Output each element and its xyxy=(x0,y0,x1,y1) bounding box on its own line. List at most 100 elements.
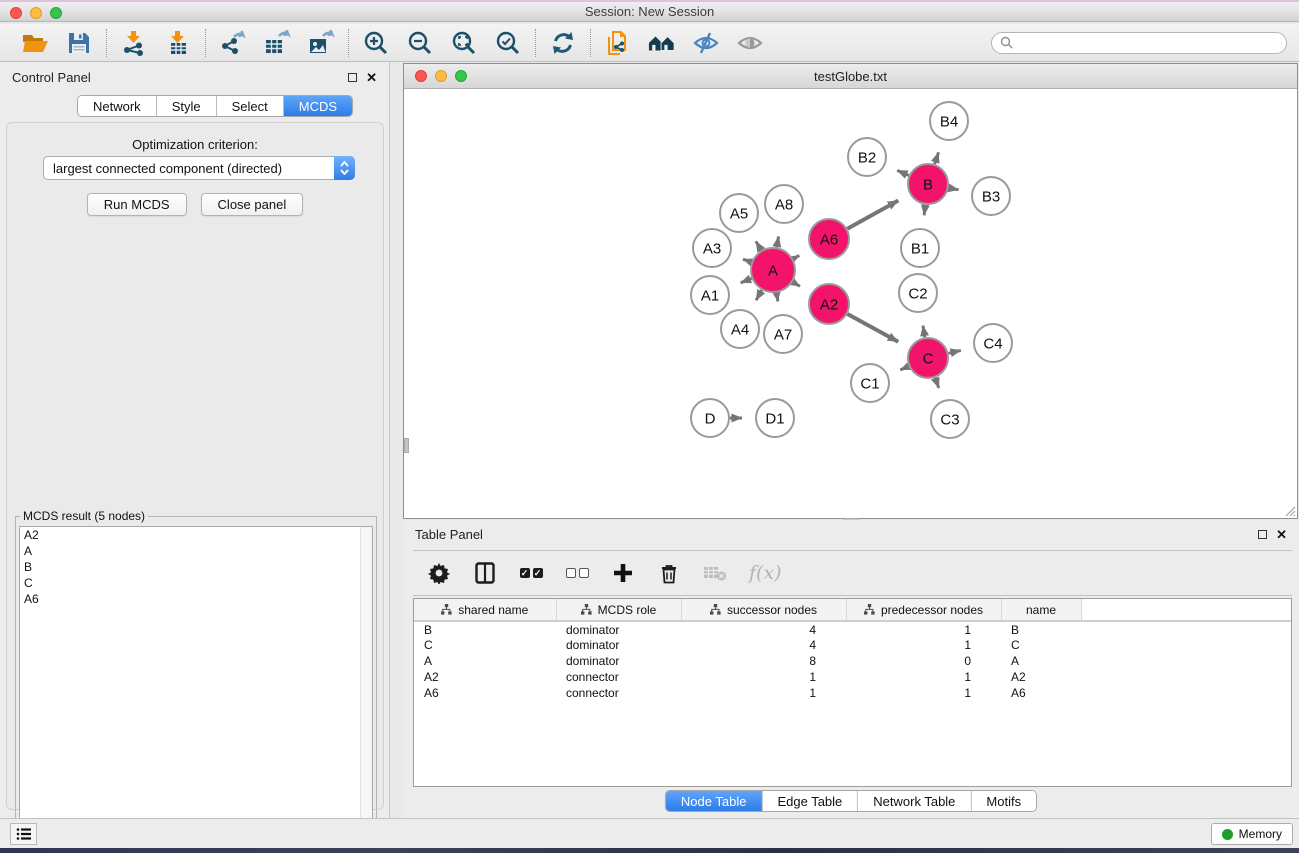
task-history-button[interactable] xyxy=(10,823,37,845)
open-session-icon[interactable] xyxy=(21,29,49,57)
table-row[interactable]: Adominator80A xyxy=(414,653,1291,669)
close-window-button[interactable] xyxy=(10,7,22,19)
optimization-criterion-dropdown[interactable]: largest connected component (directed) xyxy=(43,156,355,180)
resize-grip-icon[interactable] xyxy=(1282,503,1296,517)
deselect-all-icon[interactable] xyxy=(565,561,589,585)
run-mcds-button[interactable]: Run MCDS xyxy=(87,193,187,216)
network-minimize-button[interactable] xyxy=(435,70,447,82)
export-network-icon[interactable] xyxy=(219,29,247,57)
hide-graphics-icon[interactable] xyxy=(692,29,720,57)
main-toolbar xyxy=(0,24,1299,62)
select-all-icon[interactable]: ✓✓ xyxy=(519,561,543,585)
optimization-criterion-label: Optimization criterion: xyxy=(7,137,383,152)
column-header-shared-name[interactable]: shared name xyxy=(414,599,556,621)
network-overview-icon[interactable] xyxy=(648,29,676,57)
network-vscroll-thumb[interactable] xyxy=(404,438,409,453)
close-panel-icon[interactable]: ✕ xyxy=(366,71,377,84)
mcds-result-item[interactable]: B xyxy=(20,559,372,575)
tab-motifs[interactable]: Motifs xyxy=(971,791,1036,811)
graph-node-B2[interactable]: B2 xyxy=(848,138,886,176)
float-panel-icon[interactable] xyxy=(348,73,357,82)
node-table: shared nameMCDS rolesuccessor nodesprede… xyxy=(413,598,1292,787)
tab-select[interactable]: Select xyxy=(217,96,284,116)
svg-text:B3: B3 xyxy=(982,188,1000,205)
float-table-panel-icon[interactable] xyxy=(1258,530,1267,539)
clone-network-icon[interactable] xyxy=(604,29,632,57)
network-window-titlebar[interactable]: testGlobe.txt xyxy=(404,64,1297,89)
add-column-icon[interactable] xyxy=(611,561,635,585)
network-zoom-button[interactable] xyxy=(455,70,467,82)
close-panel-button[interactable]: Close panel xyxy=(201,193,304,216)
table-row[interactable]: A2connector11A2 xyxy=(414,669,1291,685)
result-scrollbar[interactable] xyxy=(360,527,372,853)
network-canvas[interactable]: A A6 A2 B C A5A8 A3 A1A4A7 B2 B4 B3 B1 C2 C4 C1 C3 D D1 xyxy=(404,90,1297,518)
graph-node-A1[interactable]: A1 xyxy=(691,276,729,314)
mcds-result-item[interactable]: A6 xyxy=(20,591,372,607)
search-input[interactable] xyxy=(1018,36,1278,50)
minimize-window-button[interactable] xyxy=(30,7,42,19)
memory-status-icon xyxy=(1222,829,1233,840)
graph-node-C1[interactable]: C1 xyxy=(851,364,889,402)
table-row[interactable]: Bdominator41B xyxy=(414,621,1291,637)
tab-mcds[interactable]: MCDS xyxy=(284,96,352,116)
memory-button[interactable]: Memory xyxy=(1211,823,1293,845)
save-session-icon[interactable] xyxy=(65,29,93,57)
zoom-in-icon[interactable] xyxy=(362,29,390,57)
graph-node-C3[interactable]: C3 xyxy=(931,400,969,438)
edge-A-A5 xyxy=(756,241,761,250)
desktop-background xyxy=(0,848,1299,853)
graph-node-B[interactable]: B xyxy=(908,164,948,204)
show-column-icon[interactable] xyxy=(473,561,497,585)
graph-node-D[interactable]: D xyxy=(691,399,729,437)
graph-node-B4[interactable]: B4 xyxy=(930,102,968,140)
column-header-successor-nodes[interactable]: successor nodes xyxy=(681,599,846,621)
graph-node-A3[interactable]: A3 xyxy=(693,229,731,267)
graph-node-D1[interactable]: D1 xyxy=(756,399,794,437)
tab-style[interactable]: Style xyxy=(157,96,217,116)
show-graphics-icon[interactable] xyxy=(736,29,764,57)
graph-node-A7[interactable]: A7 xyxy=(764,315,802,353)
graph-node-A[interactable]: A xyxy=(751,248,795,292)
zoom-fit-icon[interactable] xyxy=(450,29,478,57)
export-table-icon[interactable] xyxy=(263,29,291,57)
column-type-icon xyxy=(441,604,452,615)
mcds-result-item[interactable]: A2 xyxy=(20,527,372,543)
graph-node-C[interactable]: C xyxy=(908,338,948,378)
graph-node-C2[interactable]: C2 xyxy=(899,274,937,312)
tab-network-table[interactable]: Network Table xyxy=(858,791,971,811)
graph-node-B3[interactable]: B3 xyxy=(972,177,1010,215)
zoom-window-button[interactable] xyxy=(50,7,62,19)
table-row[interactable]: A6connector11A6 xyxy=(414,685,1291,701)
zoom-selected-icon[interactable] xyxy=(494,29,522,57)
graph-node-A8[interactable]: A8 xyxy=(765,185,803,223)
tab-network[interactable]: Network xyxy=(78,96,157,116)
refresh-layout-icon[interactable] xyxy=(549,29,577,57)
table-settings-icon[interactable] xyxy=(427,561,451,585)
graph-node-C4[interactable]: C4 xyxy=(974,324,1012,362)
import-network-icon[interactable] xyxy=(120,29,148,57)
svg-text:A3: A3 xyxy=(703,240,721,257)
column-header-predecessor-nodes[interactable]: predecessor nodes xyxy=(846,599,1001,621)
mcds-result-item[interactable]: C xyxy=(20,575,372,591)
edge-C-C3 xyxy=(935,378,939,388)
graph-node-A4[interactable]: A4 xyxy=(721,310,759,348)
network-close-button[interactable] xyxy=(415,70,427,82)
delete-table-icon xyxy=(703,561,727,585)
control-panel-title: Control Panel xyxy=(12,70,91,85)
search-field[interactable] xyxy=(991,32,1287,54)
column-header-name[interactable]: name xyxy=(1001,599,1081,621)
graph-node-A2[interactable]: A2 xyxy=(809,284,849,324)
column-header-MCDS-role[interactable]: MCDS role xyxy=(556,599,681,621)
mcds-result-item[interactable]: A xyxy=(20,543,372,559)
import-table-icon[interactable] xyxy=(164,29,192,57)
table-row[interactable]: Cdominator41C xyxy=(414,637,1291,653)
delete-column-icon[interactable] xyxy=(657,561,681,585)
graph-node-B1[interactable]: B1 xyxy=(901,229,939,267)
tab-edge-table[interactable]: Edge Table xyxy=(762,791,858,811)
tab-node-table[interactable]: Node Table xyxy=(666,791,763,811)
zoom-out-icon[interactable] xyxy=(406,29,434,57)
close-table-panel-icon[interactable]: ✕ xyxy=(1276,528,1287,541)
graph-node-A6[interactable]: A6 xyxy=(809,219,849,259)
export-image-icon[interactable] xyxy=(307,29,335,57)
graph-node-A5[interactable]: A5 xyxy=(720,194,758,232)
